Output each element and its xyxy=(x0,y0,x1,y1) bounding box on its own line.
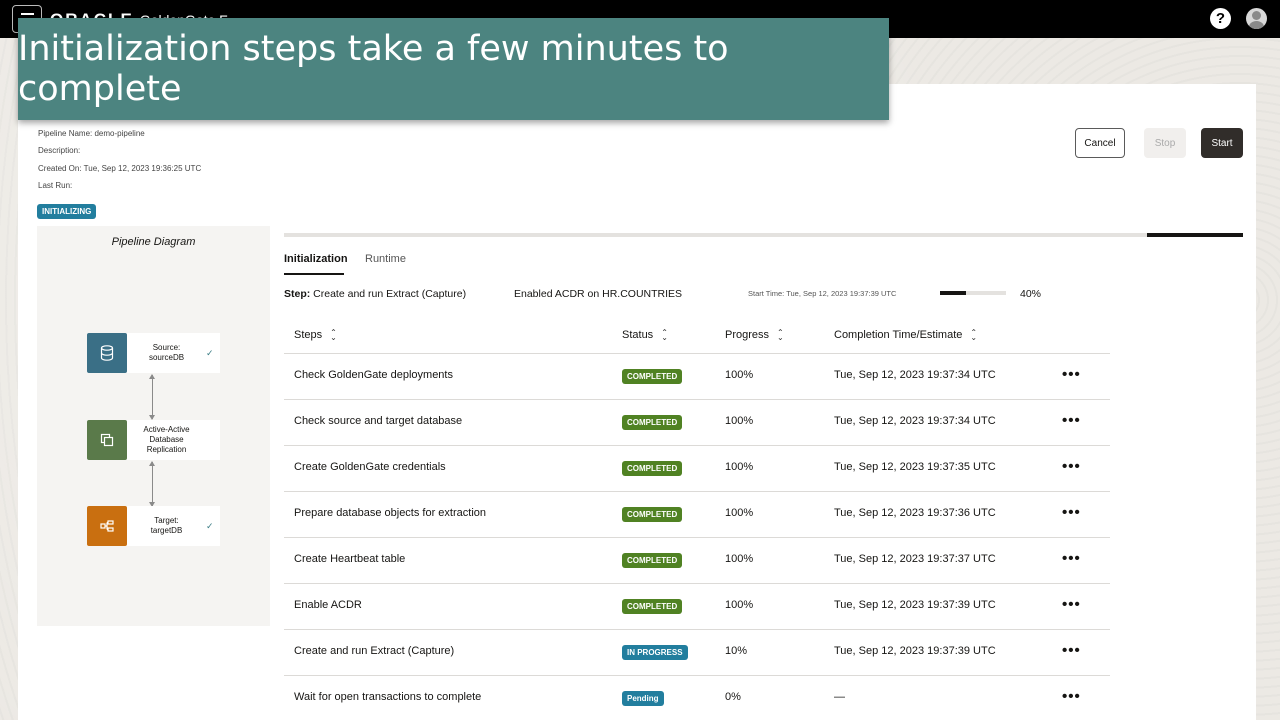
step-name: Create GoldenGate credentials xyxy=(294,461,446,473)
header-progress[interactable]: Progress ⌃ ⌄ xyxy=(725,329,784,342)
status-badge: COMPLETED xyxy=(622,461,683,476)
connector-line xyxy=(149,461,155,507)
source-node-label: Source: sourceDB xyxy=(148,343,185,362)
more-actions-icon[interactable]: ••• xyxy=(1062,688,1081,705)
overlay-banner: Initialization steps take a few minutes … xyxy=(18,18,889,120)
check-icon: ✓ xyxy=(206,347,214,358)
start-time: Start Time: Tue, Sep 12, 2023 19:37:39 U… xyxy=(748,289,897,298)
check-icon: ✓ xyxy=(206,520,214,531)
step-progress: 100% xyxy=(725,369,754,381)
pipeline-description: Description: xyxy=(38,146,81,155)
step-name: Create and run Extract (Capture) xyxy=(294,645,455,657)
header-steps[interactable]: Steps ⌃ ⌄ xyxy=(294,329,337,342)
step-progress: 100% xyxy=(725,461,754,473)
tab-runtime[interactable]: Runtime xyxy=(365,253,406,265)
sort-icon[interactable]: ⌃ ⌄ xyxy=(661,329,668,342)
step-progress: 100% xyxy=(725,415,754,427)
step-progress-fill xyxy=(940,291,967,295)
replication-node[interactable]: Active-Active Database Replication xyxy=(87,420,220,460)
status-badge: IN PROGRESS xyxy=(622,645,688,660)
table-row[interactable]: Prepare database objects for extraction … xyxy=(284,492,1110,538)
target-node-label: Target: targetDB xyxy=(150,516,183,535)
pipeline-name: Pipeline Name: demo-pipeline xyxy=(38,129,145,138)
stop-button[interactable]: Stop xyxy=(1144,128,1186,158)
table-header: Steps ⌃ ⌄ Status ⌃ ⌄ Progress ⌃ ⌄ Completion T… xyxy=(284,320,1110,354)
header-status[interactable]: Status ⌃ ⌄ xyxy=(622,329,668,342)
current-step: Step: Create and run Extract (Capture) xyxy=(284,288,467,300)
step-progress: 0% xyxy=(725,691,741,703)
more-actions-icon[interactable]: ••• xyxy=(1062,642,1081,659)
step-progress-percent: 40% xyxy=(1020,288,1042,300)
sort-icon[interactable]: ⌃ ⌄ xyxy=(777,329,784,342)
target-node[interactable]: Target: targetDB ✓ xyxy=(87,506,220,546)
table-row[interactable]: Check GoldenGate deployments COMPLETED 1… xyxy=(284,354,1110,400)
status-badge: COMPLETED xyxy=(622,369,683,384)
step-name: Wait for open transactions to complete xyxy=(294,691,482,703)
target-icon xyxy=(87,506,127,546)
overall-progress-bar xyxy=(284,233,1243,237)
status-badge: COMPLETED xyxy=(622,553,683,568)
start-button[interactable]: Start xyxy=(1201,128,1243,158)
pipeline-created-on: Created On: Tue, Sep 12, 2023 19:36:25 U… xyxy=(38,164,202,173)
step-progress: 100% xyxy=(725,507,754,519)
user-avatar-icon[interactable] xyxy=(1246,8,1267,29)
step-progress: 10% xyxy=(725,645,748,657)
more-actions-icon[interactable]: ••• xyxy=(1062,458,1081,475)
completion-time: Tue, Sep 12, 2023 19:37:34 UTC xyxy=(834,369,996,381)
more-actions-icon[interactable]: ••• xyxy=(1062,504,1081,521)
diagram-title: Pipeline Diagram xyxy=(111,236,196,248)
step-name: Check GoldenGate deployments xyxy=(294,369,453,381)
sort-icon[interactable]: ⌃ ⌄ xyxy=(330,329,337,342)
step-progress-bar xyxy=(940,291,1006,295)
table-row[interactable]: Enable ACDR COMPLETED 100% Tue, Sep 12, … xyxy=(284,584,1110,630)
current-step-detail: Enabled ACDR on HR.COUNTRIES xyxy=(514,288,683,300)
status-badge: INITIALIZING xyxy=(37,204,97,219)
completion-time: Tue, Sep 12, 2023 19:37:35 UTC xyxy=(834,461,996,473)
completion-time: Tue, Sep 12, 2023 19:37:36 UTC xyxy=(834,507,996,519)
pipeline-diagram: Pipeline Diagram Source: sourceDB ✓ Activ… xyxy=(37,226,270,626)
step-name: Prepare database objects for extraction xyxy=(294,507,487,519)
table-row[interactable]: Create Heartbeat table COMPLETED 100% Tu… xyxy=(284,538,1110,584)
replication-node-label: Active-Active Database Replication xyxy=(143,425,190,454)
database-icon xyxy=(87,333,127,373)
table-row[interactable]: Check source and target database COMPLET… xyxy=(284,400,1110,446)
status-badge: Pending xyxy=(622,691,664,706)
status-badge: COMPLETED xyxy=(622,415,683,430)
help-icon[interactable]: ? xyxy=(1210,8,1231,29)
table-row[interactable]: Create and run Extract (Capture) IN PROG… xyxy=(284,630,1110,676)
cancel-button[interactable]: Cancel xyxy=(1075,128,1125,158)
overall-progress-fill xyxy=(1147,233,1243,237)
completion-time: Tue, Sep 12, 2023 19:37:34 UTC xyxy=(834,415,996,427)
status-badge: COMPLETED xyxy=(622,507,683,522)
completion-time: — xyxy=(834,691,845,703)
step-name: Create Heartbeat table xyxy=(294,553,406,565)
more-actions-icon[interactable]: ••• xyxy=(1062,412,1081,429)
more-actions-icon[interactable]: ••• xyxy=(1062,366,1081,383)
steps-table: Steps ⌃ ⌄ Status ⌃ ⌄ Progress ⌃ ⌄ Completion T… xyxy=(284,320,1110,720)
more-actions-icon[interactable]: ••• xyxy=(1062,596,1081,613)
completion-time: Tue, Sep 12, 2023 19:37:39 UTC xyxy=(834,645,996,657)
header-completion[interactable]: Completion Time/Estimate ⌃ ⌄ xyxy=(834,329,977,342)
sort-icon[interactable]: ⌃ ⌄ xyxy=(970,329,977,342)
step-name: Check source and target database xyxy=(294,415,463,427)
table-row[interactable]: Wait for open transactions to complete P… xyxy=(284,676,1110,720)
source-node[interactable]: Source: sourceDB ✓ xyxy=(87,333,220,373)
step-progress: 100% xyxy=(725,553,754,565)
tab-initialization[interactable]: Initialization xyxy=(284,253,348,275)
pipeline-last-run: Last Run: xyxy=(38,181,73,190)
step-progress: 100% xyxy=(725,599,754,611)
status-badge: COMPLETED xyxy=(622,599,683,614)
step-name: Enable ACDR xyxy=(294,599,362,611)
more-actions-icon[interactable]: ••• xyxy=(1062,550,1081,567)
completion-time: Tue, Sep 12, 2023 19:37:37 UTC xyxy=(834,553,996,565)
copy-icon xyxy=(87,420,127,460)
connector-line xyxy=(149,374,155,420)
table-row[interactable]: Create GoldenGate credentials COMPLETED … xyxy=(284,446,1110,492)
completion-time: Tue, Sep 12, 2023 19:37:39 UTC xyxy=(834,599,996,611)
